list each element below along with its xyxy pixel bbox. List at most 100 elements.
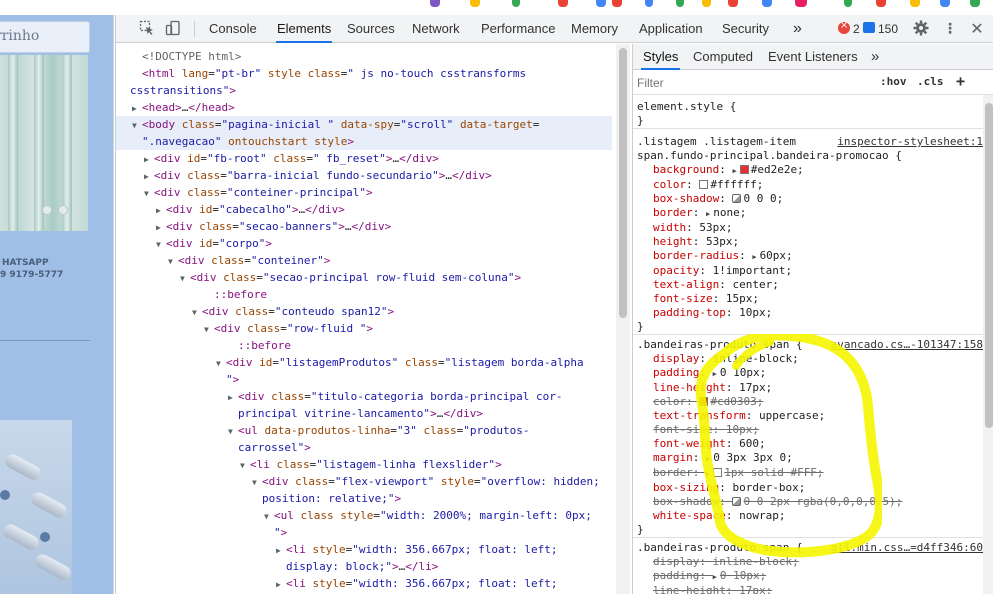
elements-tree-panel[interactable]: <!DOCTYPE html> <html lang="pt-br" style … bbox=[116, 44, 616, 594]
css-declaration[interactable]: box-shadow: 0 0 0; bbox=[633, 192, 983, 206]
collapse-triangle-icon[interactable]: ▼ bbox=[228, 423, 238, 440]
collapse-triangle-icon[interactable]: ▼ bbox=[168, 253, 178, 270]
css-property-value[interactable]: 1!important; bbox=[713, 264, 792, 277]
expand-shorthand-icon[interactable]: ▶ bbox=[752, 253, 756, 261]
css-property-value[interactable]: 0 3px 3px 0; bbox=[713, 451, 792, 464]
css-declaration[interactable]: line-height: 17px; bbox=[633, 584, 983, 594]
dom-node-row[interactable]: ▼ <ul data-produtos-linha="3" class="prod… bbox=[116, 422, 612, 440]
style-rule[interactable]: .bandeiras-produto span {all.min.css…=d4… bbox=[633, 537, 983, 594]
class-toggle-button[interactable]: .cls bbox=[917, 75, 944, 88]
css-property-name[interactable]: border-radius bbox=[653, 249, 739, 262]
preview-search-input[interactable]: rrinho bbox=[0, 21, 90, 53]
css-declaration[interactable]: white-space: nowrap; bbox=[633, 509, 983, 523]
rule-source-link[interactable]: inspector-stylesheet:1 bbox=[837, 135, 983, 149]
tab-network[interactable]: Network bbox=[412, 15, 460, 43]
dom-node-row[interactable]: ▼ <div class="conteiner"> bbox=[116, 252, 612, 270]
css-property-name[interactable]: box-shadow bbox=[653, 495, 719, 508]
css-property-name[interactable]: font-weight bbox=[653, 437, 726, 450]
collapse-triangle-icon[interactable]: ▼ bbox=[216, 355, 226, 372]
css-property-name[interactable]: color bbox=[653, 395, 686, 408]
css-property-value[interactable]: #ed2e2e; bbox=[751, 163, 804, 176]
dom-node-row[interactable]: ▼ <div class="flex-viewport" style="overf… bbox=[116, 473, 612, 491]
dom-node-row[interactable]: ▶ <head>…</head> bbox=[116, 99, 612, 117]
expand-shorthand-icon[interactable]: ▶ bbox=[706, 455, 710, 463]
dom-node-row[interactable]: display: block;">…</li> bbox=[116, 558, 612, 575]
css-property-value[interactable]: 53px; bbox=[706, 235, 739, 248]
dom-node-row[interactable]: "> bbox=[116, 371, 612, 388]
css-property-value[interactable]: 0 0 0; bbox=[743, 192, 783, 205]
shadow-editor-icon[interactable] bbox=[732, 497, 742, 506]
collapse-triangle-icon[interactable]: ▼ bbox=[240, 457, 250, 474]
tab-sources[interactable]: Sources bbox=[347, 15, 395, 43]
tab-memory[interactable]: Memory bbox=[571, 15, 618, 43]
css-declaration[interactable]: width: 53px; bbox=[633, 221, 983, 235]
tab-styles[interactable]: Styles bbox=[641, 44, 681, 70]
css-property-name[interactable]: border bbox=[653, 466, 693, 479]
tab-console[interactable]: Console bbox=[209, 15, 257, 43]
error-count[interactable]: 2 bbox=[853, 15, 860, 43]
css-property-name[interactable]: opacity bbox=[653, 264, 699, 277]
css-property-name[interactable]: display bbox=[653, 352, 699, 365]
css-property-name[interactable]: height bbox=[653, 235, 693, 248]
expand-triangle-icon[interactable]: ▶ bbox=[156, 202, 166, 219]
css-property-name[interactable]: box-sizing bbox=[653, 481, 719, 494]
dom-node-row[interactable]: ▼ <body class="pagina-inicial " data-spy=… bbox=[116, 116, 612, 134]
css-property-value[interactable]: border-box; bbox=[732, 481, 805, 494]
color-swatch[interactable] bbox=[739, 165, 749, 174]
dom-node-row[interactable]: ▶ <div class="barra-inicial fundo-secunda… bbox=[116, 167, 612, 185]
dom-node-row[interactable]: csstransitions"> bbox=[116, 82, 612, 99]
css-declaration[interactable]: color: #cd0303; bbox=[633, 395, 983, 409]
color-swatch[interactable] bbox=[699, 397, 709, 406]
tab-event-listeners[interactable]: Event Listeners bbox=[768, 44, 858, 70]
dom-node-row[interactable]: <html lang="pt-br" style class=" js no-t… bbox=[116, 65, 612, 82]
rule-selector[interactable]: span.fundo-principal.bandeira-promocao { bbox=[633, 149, 983, 163]
more-tabs-button[interactable]: » bbox=[793, 15, 802, 43]
dom-node-row[interactable]: ▶ <div id="fb-root" class=" fb_reset">…</… bbox=[116, 150, 612, 168]
css-declaration[interactable]: display: inline-block; bbox=[633, 352, 983, 366]
dom-node-row[interactable]: ▼ <li class="listagem-linha flexslider"> bbox=[116, 456, 612, 474]
dom-node-row[interactable]: principal vitrine-lancamento">…</div> bbox=[116, 405, 612, 422]
css-property-name[interactable]: text-align bbox=[653, 278, 719, 291]
expand-shorthand-icon[interactable]: ▶ bbox=[706, 470, 710, 478]
dom-node-row[interactable]: ▼ <div id="corpo"> bbox=[116, 235, 612, 253]
expand-triangle-icon[interactable]: ▶ bbox=[228, 389, 238, 406]
css-property-name[interactable]: font-size bbox=[653, 423, 713, 436]
css-declaration[interactable]: padding: ▶ 0 10px; bbox=[633, 366, 983, 381]
css-declaration[interactable]: padding: ▶ 0 10px; bbox=[633, 569, 983, 584]
css-property-value[interactable]: inline-block; bbox=[713, 555, 799, 568]
dom-node-row[interactable]: position: relative;"> bbox=[116, 490, 612, 507]
dom-node-row[interactable]: ".navegacao" ontouchstart style> bbox=[116, 133, 612, 150]
css-property-value[interactable]: 17px; bbox=[739, 381, 772, 394]
expand-shorthand-icon[interactable]: ▶ bbox=[706, 210, 710, 218]
css-property-name[interactable]: box-shadow bbox=[653, 192, 719, 205]
css-declaration[interactable]: padding-top: 10px; bbox=[633, 306, 983, 320]
css-property-name[interactable]: line-height bbox=[653, 584, 726, 594]
css-declaration[interactable]: box-sizing: border-box; bbox=[633, 481, 983, 495]
css-declaration[interactable]: border-radius: ▶ 60px; bbox=[633, 249, 983, 264]
css-declaration[interactable]: color: #ffffff; bbox=[633, 178, 983, 192]
elements-scroll-thumb[interactable] bbox=[619, 48, 627, 318]
color-swatch[interactable] bbox=[713, 468, 723, 477]
rule-source-link[interactable]: avancado.cs…-101347:158 bbox=[831, 338, 983, 352]
expand-shorthand-icon[interactable]: ▶ bbox=[713, 370, 717, 378]
collapse-triangle-icon[interactable]: ▼ bbox=[132, 117, 142, 134]
error-icon[interactable] bbox=[838, 20, 850, 34]
dom-node-row[interactable]: ▶ <div class="titulo-categoria borda-prin… bbox=[116, 388, 612, 406]
css-declaration[interactable]: text-transform: uppercase; bbox=[633, 409, 983, 423]
settings-gear-icon[interactable] bbox=[912, 20, 930, 38]
css-property-value[interactable]: none; bbox=[713, 206, 746, 219]
css-property-name[interactable]: border bbox=[653, 206, 693, 219]
dom-node-row[interactable]: ▼ <div class="conteiner-principal"> bbox=[116, 184, 612, 202]
css-declaration[interactable]: text-align: center; bbox=[633, 278, 983, 292]
css-property-name[interactable]: background bbox=[653, 163, 719, 176]
css-property-value[interactable]: 15px; bbox=[726, 292, 759, 305]
dom-node-row[interactable]: ▼ <div class="row-fluid "> bbox=[116, 320, 612, 338]
collapse-triangle-icon[interactable]: ▼ bbox=[192, 304, 202, 321]
styles-scrollbar[interactable] bbox=[983, 95, 993, 594]
css-declaration[interactable]: margin: ▶ 0 3px 3px 0; bbox=[633, 451, 983, 466]
shadow-editor-icon[interactable] bbox=[732, 194, 742, 203]
dom-node-row[interactable]: ▶ <div class="secao-banners">…</div> bbox=[116, 218, 612, 236]
dom-node-row[interactable]: ▼ <ul class style="width: 2000%; margin-l… bbox=[116, 507, 612, 525]
css-property-value[interactable]: 0 0 2px rgba(0,0,0,0.5); bbox=[743, 495, 902, 508]
dom-node-row[interactable]: ▼ <div class="secao-principal row-fluid s… bbox=[116, 269, 612, 287]
